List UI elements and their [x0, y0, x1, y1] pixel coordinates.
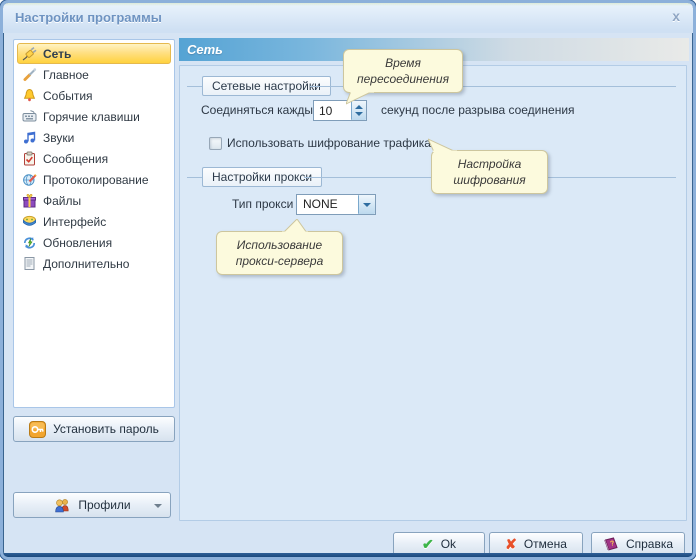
sidebar-item-label: Сеть [43, 47, 71, 61]
window-title: Настройки программы [15, 10, 162, 25]
check-icon: ✔ [422, 536, 434, 553]
sidebar-item-label: Протоколирование [43, 173, 149, 187]
spin-down-icon[interactable] [355, 112, 363, 116]
spin-up-icon[interactable] [355, 105, 363, 109]
sidebar-item-label: События [43, 89, 93, 103]
help-book-icon: ? [603, 536, 619, 552]
encryption-checkbox-label: Использовать шифрование трафика [227, 133, 431, 154]
chevron-down-icon [154, 504, 162, 508]
sidebar-item-updates[interactable]: Обновления [17, 232, 171, 253]
sidebar-item-main[interactable]: Главное [17, 64, 171, 85]
proxy-type-value: NONE [297, 195, 358, 214]
profiles-people-icon [53, 497, 71, 514]
sidebar-item-events[interactable]: События [17, 85, 171, 106]
sidebar-item-label: Файлы [43, 194, 81, 208]
sidebar-item-hotkeys[interactable]: Горячие клавиши [17, 106, 171, 127]
callout-proxy-usage: Использование прокси-сервера [216, 231, 343, 275]
sidebar-item-label: Обновления [43, 236, 112, 250]
document-icon [22, 256, 37, 271]
settings-dialog: Настройки программы x Сеть Главное [0, 0, 696, 560]
music-notes-icon [22, 130, 37, 145]
shirt-icon [22, 214, 37, 229]
profiles-button[interactable]: Профили [13, 492, 171, 518]
sidebar-item-interface[interactable]: Интерфейс [17, 211, 171, 232]
sidebar-item-network[interactable]: Сеть [17, 43, 171, 64]
callout-encryption: Настройка шифрования [431, 150, 548, 194]
page-title: Сеть [187, 42, 223, 57]
gift-icon [22, 193, 37, 208]
sidebar-item-files[interactable]: Файлы [17, 190, 171, 211]
set-password-label: Установить пароль [53, 422, 159, 436]
sidebar-item-label: Звуки [43, 131, 74, 145]
set-password-button[interactable]: Установить пароль [13, 416, 175, 442]
clipboard-icon [22, 151, 37, 166]
proxy-type-label: Тип прокси [232, 194, 293, 215]
reconnect-label-before: Соединяться каждые [201, 100, 320, 121]
profiles-label: Профили [78, 498, 130, 512]
callout-tail [279, 219, 311, 233]
cross-icon: ✘ [505, 536, 517, 553]
sidebar-item-advanced[interactable]: Дополнительно [17, 253, 171, 274]
help-button[interactable]: ? Справка [591, 532, 685, 556]
callout-tail [346, 91, 378, 105]
settings-category-list: Сеть Главное События [13, 39, 175, 408]
tools-icon [22, 67, 37, 82]
ok-label: Ok [441, 537, 456, 551]
keyboard-icon [22, 109, 37, 124]
sidebar-item-label: Дополнительно [43, 257, 129, 271]
callout-reconnect-time: Время пересоединения [343, 49, 463, 93]
network-settings-panel: Сетевые настройки Соединяться каждые сек… [179, 65, 687, 521]
sidebar-item-label: Горячие клавиши [43, 110, 140, 124]
ok-button[interactable]: ✔ Ok [393, 532, 485, 556]
key-icon [29, 421, 46, 438]
sidebar-item-logging[interactable]: Протоколирование [17, 169, 171, 190]
refresh-icon [22, 235, 37, 250]
cancel-button[interactable]: ✘ Отмена [489, 532, 583, 556]
proxy-type-select[interactable]: NONE [296, 194, 376, 215]
help-label: Справка [626, 537, 673, 551]
close-icon[interactable]: x [672, 8, 680, 24]
sidebar-item-messages[interactable]: Сообщения [17, 148, 171, 169]
cancel-label: Отмена [524, 537, 567, 551]
network-plug-icon [22, 46, 37, 61]
dropdown-arrow-button[interactable] [358, 195, 375, 214]
sidebar-item-label: Сообщения [43, 152, 108, 166]
title-bar: Настройки программы x [3, 3, 693, 33]
sidebar-item-label: Главное [43, 68, 89, 82]
chevron-down-icon [363, 203, 371, 207]
reconnect-label-after: секунд после разрыва соединения [381, 100, 575, 121]
globe-pen-icon [22, 172, 37, 187]
sidebar-item-label: Интерфейс [43, 215, 106, 229]
bell-icon [22, 88, 37, 103]
encryption-checkbox[interactable] [209, 137, 222, 150]
sidebar-item-sounds[interactable]: Звуки [17, 127, 171, 148]
callout-tail [428, 138, 460, 152]
